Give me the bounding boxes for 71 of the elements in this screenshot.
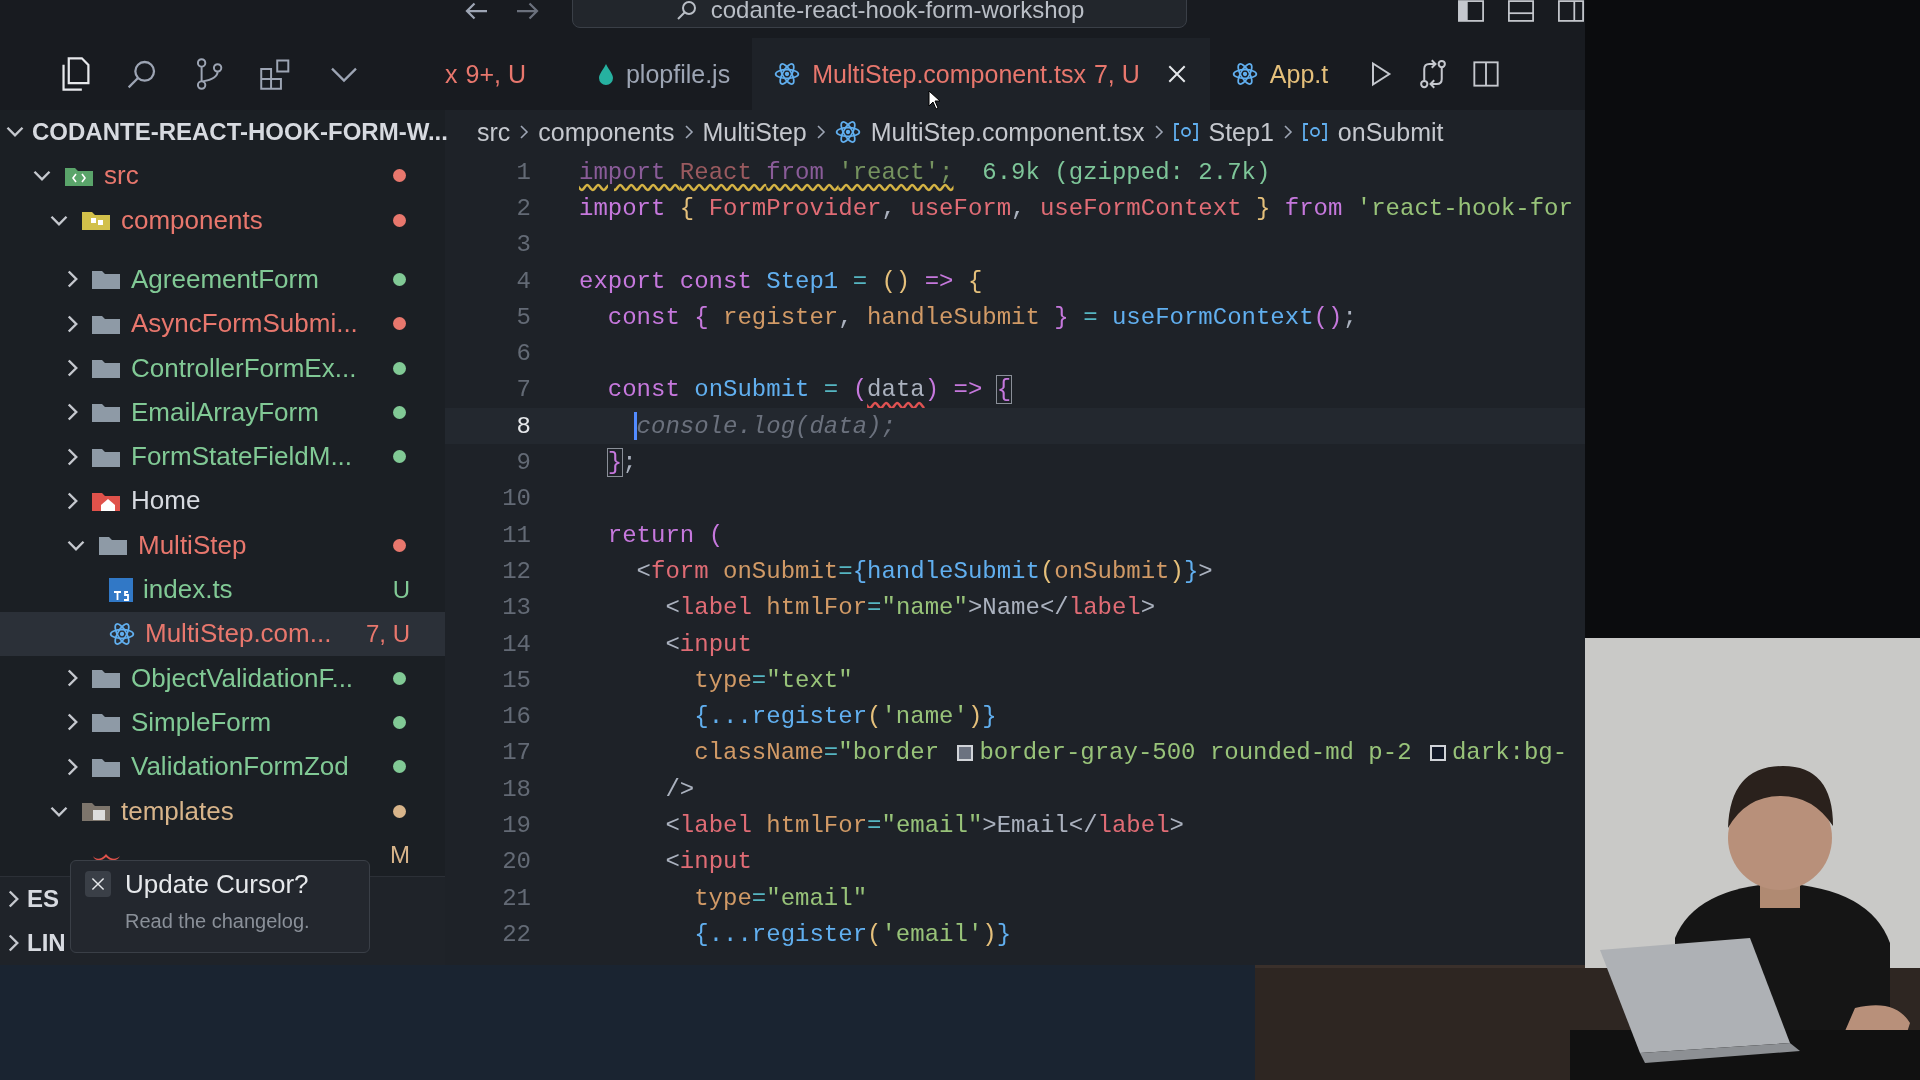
line-number: 21 <box>501 884 532 912</box>
code-text: {...register('name')} <box>694 703 997 731</box>
code-text: <label htmlFor="name">Name</label> <box>665 594 1156 622</box>
tree-item[interactable]: ObjectValidationF... <box>0 656 445 701</box>
line-number: 3 <box>515 231 532 259</box>
line-number: 5 <box>515 303 532 331</box>
tree-item[interactable]: templates <box>0 788 445 834</box>
code-text: <input <box>665 630 752 658</box>
section-header[interactable]: ES <box>0 877 65 921</box>
breadcrumb-item[interactable]: src <box>477 117 511 147</box>
line-number: 14 <box>501 630 532 658</box>
code-text: border-gray-500 rounded-md p-2 <box>979 739 1413 767</box>
tree-item[interactable]: SimpleForm <box>0 700 445 745</box>
breadcrumb-item[interactable]: Step1 <box>1172 117 1274 147</box>
code-text: <input <box>665 848 752 876</box>
tree-item[interactable]: ValidationFormZod <box>0 744 445 789</box>
line-number: 1 <box>515 158 532 186</box>
line-number: 22 <box>501 920 532 948</box>
line-number: 16 <box>501 703 532 731</box>
tree-item[interactable]: MultiStep.com... 7, U <box>0 611 445 656</box>
tree-item[interactable]: components <box>0 198 445 243</box>
search-field[interactable]: codante-react-hook-form-workshop <box>572 0 1187 28</box>
tree-item[interactable]: src <box>0 153 445 198</box>
tree-item[interactable]: index.ts U <box>0 567 445 612</box>
explorer-title: CODANTE-REACT-HOOK-FORM-W... <box>32 117 448 146</box>
breadcrumb-item[interactable]: MultiStep.component.tsx <box>834 117 1145 147</box>
breadcrumb-item[interactable]: onSubmit <box>1301 117 1444 147</box>
line-number: 13 <box>501 594 532 622</box>
line-number: 10 <box>501 485 532 513</box>
tree-item[interactable]: MultiStep <box>0 523 445 568</box>
tree-item[interactable]: FormStateFieldM... <box>0 434 445 479</box>
line-number: 19 <box>501 812 532 839</box>
code-text: dark:bg- <box>1451 739 1568 767</box>
code-text: export const Step1 = () => { <box>579 267 983 295</box>
code-text: /> <box>665 775 695 803</box>
editor-tab[interactable]: MultiStep.component.tsx 7, U <box>752 38 1210 110</box>
code-text: }; <box>607 449 637 476</box>
code-text: const onSubmit = (data) => { <box>607 376 1012 404</box>
breadcrumb-item[interactable]: MultiStep <box>702 117 807 147</box>
code-text: <label htmlFor="email">Email</label> <box>665 812 1184 839</box>
line-number: 20 <box>501 848 532 876</box>
line-number: 18 <box>501 775 532 803</box>
tree-item[interactable]: ControllerFormEx... <box>0 345 445 391</box>
code-text: import React from 'react'; 6.9k (gzipped: 2.7k) <box>579 158 1271 186</box>
line-number: 17 <box>501 739 532 767</box>
code-text: className="border <box>694 739 941 767</box>
code-text: console.log(data); <box>636 412 896 440</box>
tree-item[interactable]: EmailArrayForm <box>0 390 445 435</box>
tree-item[interactable]: Home <box>0 478 445 524</box>
code-text: type="text" <box>694 666 853 694</box>
notification-title: Update Cursor? <box>125 869 310 900</box>
line-number: 12 <box>501 557 532 585</box>
code-text: import { FormProvider, useForm, useFormContext } from 'react-hook-for <box>579 194 1573 222</box>
line-number: 4 <box>515 267 532 295</box>
section-header[interactable]: LIN <box>0 921 72 965</box>
code-text: const { register, handleSubmit } = useFormContext(); <box>607 303 1357 331</box>
line-number: 9 <box>515 449 532 476</box>
tree-item[interactable]: AsyncFormSubmi... <box>0 301 445 346</box>
line-number: 15 <box>501 666 532 694</box>
line-number: 6 <box>515 340 532 368</box>
code-text: return ( <box>607 521 724 549</box>
breadcrumb-item[interactable]: components <box>538 117 675 147</box>
line-number: 2 <box>515 194 532 222</box>
tree-item[interactable]: AgreementForm <box>0 257 445 302</box>
line-number: 11 <box>501 521 532 549</box>
line-number: 7 <box>515 376 532 404</box>
line-number: 8 <box>515 412 532 440</box>
code-text: type="email" <box>694 884 868 912</box>
code-text: <form onSubmit={handleSubmit(onSubmit)}> <box>636 557 1213 585</box>
notification-text: Read the changelog. <box>125 910 311 933</box>
code-text: {...register('email')} <box>694 920 1012 948</box>
